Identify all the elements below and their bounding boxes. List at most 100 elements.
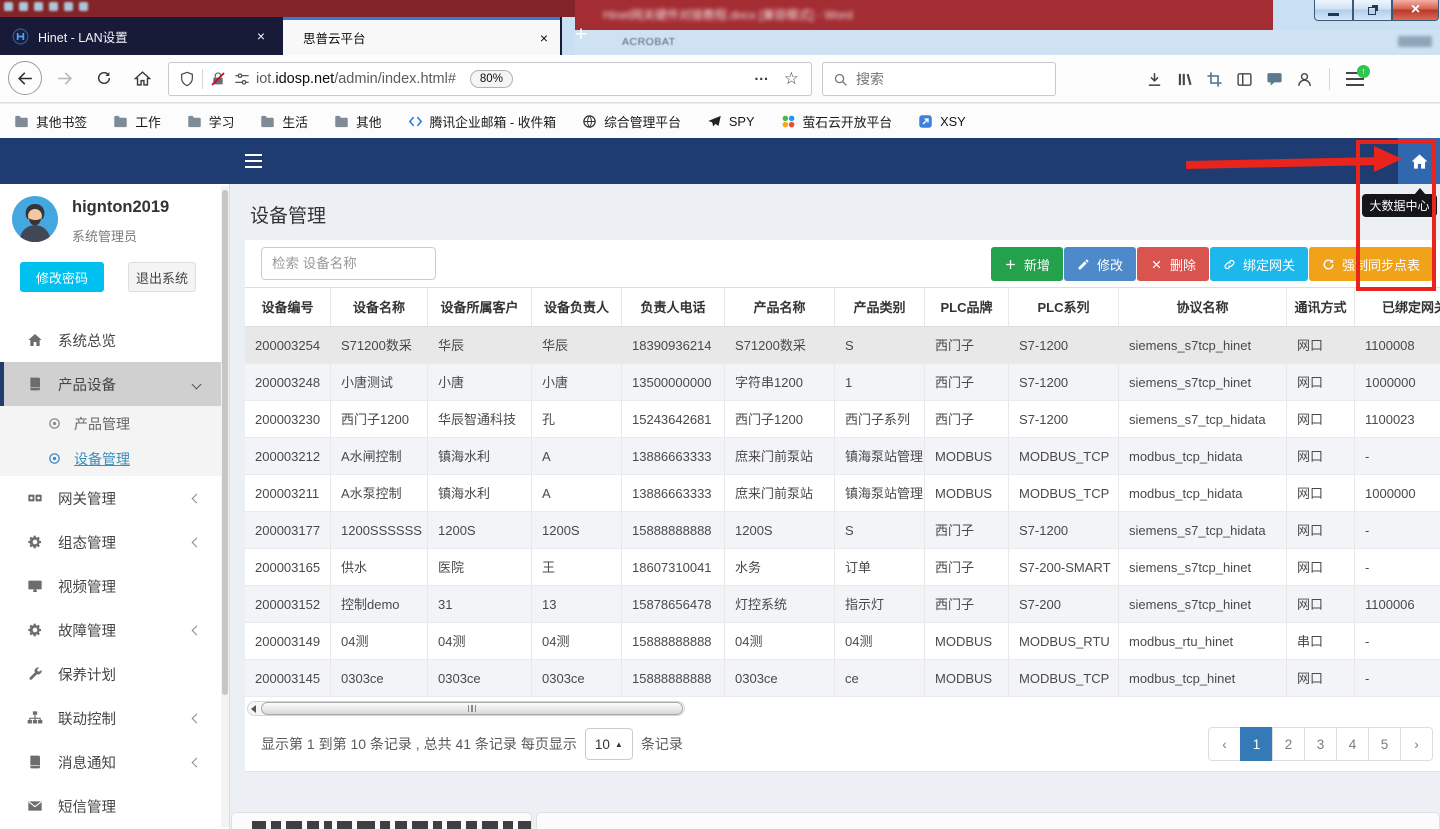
new-tab-button[interactable]: + [569, 22, 593, 50]
table-cell: S7-1200 [1009, 327, 1119, 364]
bookmark-item[interactable]: XSY [918, 114, 966, 129]
horizontal-scrollbar-thumb[interactable] [261, 702, 683, 715]
menu-icon[interactable]: ↑ [1346, 72, 1364, 86]
bookmark-item[interactable]: 工作 [113, 112, 161, 131]
tab-hinet[interactable]: Hinet - LAN设置 × [0, 17, 277, 55]
bookmark-item[interactable]: 综合管理平台 [582, 112, 681, 131]
reload-button[interactable] [88, 62, 120, 94]
chevron-down-icon [192, 379, 202, 389]
dot-circle-icon [46, 452, 62, 465]
minimize-button[interactable] [1314, 0, 1353, 21]
edit-button[interactable]: 修改 [1064, 247, 1136, 281]
pocket-chat-icon[interactable] [1266, 71, 1283, 88]
sidebar-subitem-device-mgmt[interactable]: 设备管理 [0, 441, 222, 476]
sidebar-item-fault-mgmt[interactable]: 故障管理 [0, 608, 222, 652]
column-header[interactable]: 设备编号 [245, 287, 331, 327]
column-header[interactable]: 已绑定网关 [1355, 287, 1440, 327]
screenshot-icon[interactable] [1206, 71, 1223, 88]
back-button[interactable] [8, 61, 42, 95]
column-header[interactable]: 设备名称 [331, 287, 428, 327]
sidebar-item-message-notify[interactable]: 消息通知 [0, 740, 222, 784]
table-cell: 18607310041 [622, 549, 725, 586]
page-prev-button[interactable]: ‹ [1208, 727, 1241, 761]
page-button-1[interactable]: 1 [1240, 727, 1273, 761]
account-icon[interactable] [1296, 71, 1313, 88]
bookmark-item[interactable]: SPY [707, 114, 755, 129]
page-button-3[interactable]: 3 [1304, 727, 1337, 761]
insecure-lock-icon[interactable] [210, 71, 226, 87]
column-header[interactable]: 产品类别 [835, 287, 925, 327]
shield-icon[interactable] [179, 71, 195, 87]
sidebar-item-video-mgmt[interactable]: 视频管理 [0, 564, 222, 608]
column-header[interactable]: 负责人电话 [622, 287, 725, 327]
url-bar[interactable]: iot.idosp.net/admin/index.html# 80% … ☆ [168, 62, 812, 96]
table-row[interactable]: 2000031450303ce0303ce0303ce1588888888803… [245, 660, 1440, 697]
restore-button[interactable] [1353, 0, 1392, 21]
table-row[interactable]: 200003248小唐测试小唐小唐13500000000字符串12001西门子S… [245, 364, 1440, 401]
device-search-input[interactable] [261, 247, 436, 280]
bookmark-item[interactable]: 萤石云开放平台 [781, 112, 893, 131]
page-button-4[interactable]: 4 [1336, 727, 1369, 761]
table-row[interactable]: 200003230西门子1200华辰智通科技孔15243642681西门子120… [245, 401, 1440, 438]
gateway-icon [26, 490, 44, 506]
sidebar-item-gateway-mgmt[interactable]: 网关管理 [0, 476, 222, 520]
library-icon[interactable] [1176, 71, 1193, 88]
browser-search-input[interactable] [856, 71, 1026, 87]
change-password-button[interactable]: 修改密码 [20, 262, 104, 292]
sidebar-item-sms-mgmt[interactable]: 短信管理 [0, 784, 222, 828]
column-header[interactable]: PLC系列 [1009, 287, 1119, 327]
close-button[interactable]: × [1392, 0, 1439, 21]
sidebar-item-overview[interactable]: 系统总览 [0, 318, 222, 362]
page-size-select[interactable]: 10▲ [585, 728, 633, 760]
column-header[interactable]: 设备所属客户 [428, 287, 532, 327]
column-header[interactable]: 通讯方式 [1287, 287, 1355, 327]
tab-close-icon[interactable]: × [540, 30, 548, 46]
add-button[interactable]: 新增 [991, 247, 1063, 281]
page-next-button[interactable]: › [1400, 727, 1433, 761]
column-header[interactable]: 协议名称 [1119, 287, 1287, 327]
column-header[interactable]: 设备负责人 [532, 287, 622, 327]
bookmark-item[interactable]: 学习 [187, 112, 235, 131]
bind-gateway-button[interactable]: 绑定网关 [1210, 247, 1308, 281]
table-row[interactable]: 200003152控制demo311315878656478灯控系统指示灯西门子… [245, 586, 1440, 623]
forward-button[interactable] [48, 62, 80, 94]
column-header[interactable]: 产品名称 [725, 287, 835, 327]
table-row[interactable]: 200003211A水泵控制镇海水利A13886663333庶来门前泵站镇海泵站… [245, 475, 1440, 512]
table-row[interactable]: 200003165供水医院王18607310041水务订单西门子S7-200-S… [245, 549, 1440, 586]
page-button-5[interactable]: 5 [1368, 727, 1401, 761]
sidebar-subitem-product-mgmt[interactable]: 产品管理 [0, 406, 222, 441]
scroll-left-arrow[interactable] [251, 705, 256, 713]
bookmark-item[interactable]: 生活 [260, 112, 308, 131]
sidebar-item-config-mgmt[interactable]: 组态管理 [0, 520, 222, 564]
sidebar-item-maintenance-plan[interactable]: 保养计划 [0, 652, 222, 696]
table-row[interactable]: 20000314904测04测04测1588888888804测04测MODBU… [245, 623, 1440, 660]
logout-button[interactable]: 退出系统 [128, 262, 196, 292]
zoom-level-badge[interactable]: 80% [470, 70, 513, 88]
column-header[interactable]: PLC品牌 [925, 287, 1009, 327]
table-row[interactable]: 2000031771200SSSSSS1200S1200S15888888888… [245, 512, 1440, 549]
download-icon[interactable] [1146, 71, 1163, 88]
sidebars-icon[interactable] [1236, 71, 1253, 88]
tab-sipu-cloud[interactable]: 思普云平台 × [283, 17, 560, 55]
table-cell: 小唐 [532, 364, 622, 401]
home-button[interactable] [126, 62, 158, 94]
table-cell: modbus_tcp_hinet [1119, 660, 1287, 697]
bookmark-star-icon[interactable]: ☆ [784, 69, 799, 89]
folder-icon [187, 114, 202, 129]
sidebar-item-linkage-control[interactable]: 联动控制 [0, 696, 222, 740]
bookmark-item[interactable]: 其他书签 [14, 112, 87, 131]
bookmark-item[interactable]: 腾讯企业邮箱 - 收件箱 [408, 112, 557, 131]
delete-button[interactable]: 删除 [1137, 247, 1209, 281]
sidebar-item-product-device[interactable]: 产品设备 [0, 362, 222, 406]
table-row[interactable]: 200003254S71200数采华辰华辰18390936214S71200数采… [245, 327, 1440, 364]
chevron-left-icon [192, 713, 202, 723]
page-button-2[interactable]: 2 [1272, 727, 1305, 761]
permissions-icon[interactable] [234, 71, 250, 87]
browser-search[interactable] [822, 62, 1056, 96]
sidebar-toggle-icon[interactable] [245, 153, 262, 168]
page-actions-icon[interactable]: … [754, 67, 770, 84]
table-row[interactable]: 200003212A水闸控制镇海水利A13886663333庶来门前泵站镇海泵站… [245, 438, 1440, 475]
sidebar-scrollbar-thumb[interactable] [222, 190, 228, 695]
bookmark-item[interactable]: 其他 [334, 112, 382, 131]
tab-close-icon[interactable]: × [257, 28, 265, 44]
